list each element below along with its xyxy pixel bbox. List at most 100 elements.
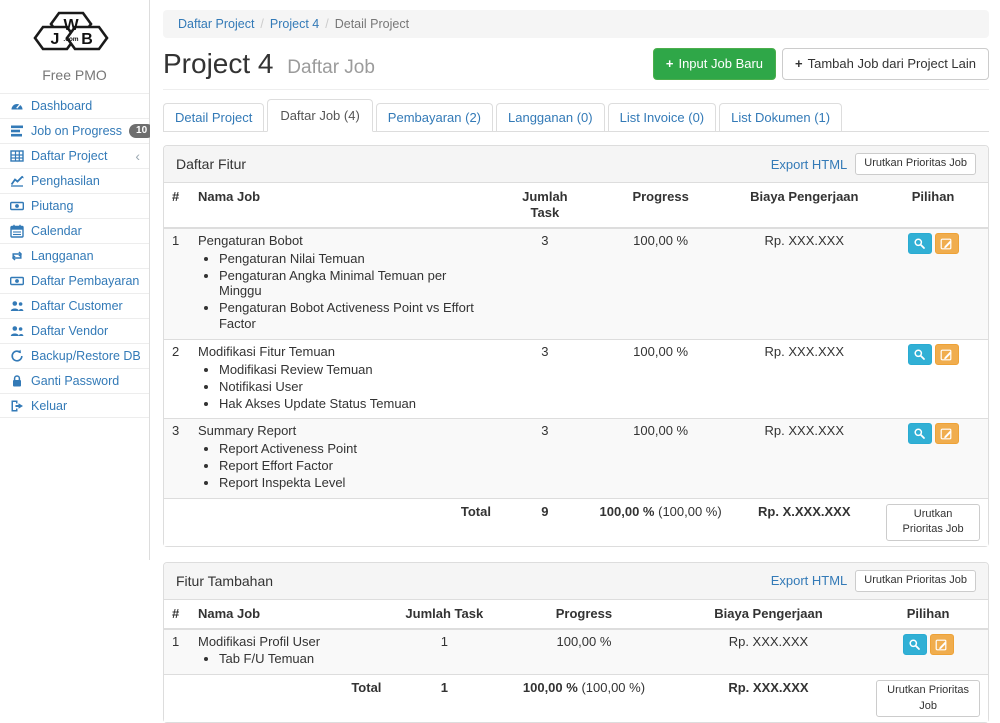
sidebar-item-calendar[interactable]: Calendar: [0, 218, 149, 243]
col-nama-job: Nama Job: [190, 183, 499, 228]
jumlah-task-value: 3: [499, 419, 591, 498]
tab-pembayaran[interactable]: Pembayaran (2): [376, 103, 493, 131]
tab-list-invoice[interactable]: List Invoice (0): [608, 103, 717, 131]
sidebar-item-daftar-customer[interactable]: Daftar Customer: [0, 293, 149, 318]
tab-langganan[interactable]: Langganan (0): [496, 103, 605, 131]
search-icon: [913, 237, 926, 250]
sidebar-item-piutang[interactable]: Piutang: [0, 193, 149, 218]
view-job-button[interactable]: [908, 423, 932, 444]
subtask-item: Tab F/U Temuan: [219, 651, 381, 667]
progress-value: 100,00 %: [499, 629, 669, 675]
job-name-cell: Pengaturan Bobot Pengaturan Nilai Temuan…: [190, 228, 499, 340]
breadcrumb-daftar-project[interactable]: Daftar Project: [178, 17, 254, 31]
job-name-cell: Modifikasi Fitur Temuan Modifikasi Revie…: [190, 339, 499, 418]
biaya-value: Rp. XXX.XXX: [669, 629, 868, 675]
row-actions: [878, 228, 988, 340]
tambah-job-dari-project-lain-button[interactable]: + Tambah Job dari Project Lain: [782, 48, 989, 80]
search-icon: [913, 348, 926, 361]
subtask-list: Pengaturan Nilai Temuan Pengaturan Angka…: [198, 251, 491, 332]
edit-job-button[interactable]: [935, 233, 959, 254]
panel-title: Fitur Tambahan: [176, 573, 273, 589]
subtask-item: Report Activeness Point: [219, 441, 491, 457]
tab-detail-project[interactable]: Detail Project: [163, 103, 264, 131]
sidebar-item-backup-restore-db[interactable]: Backup/Restore DB: [0, 343, 149, 368]
export-html-link[interactable]: Export HTML: [771, 157, 848, 172]
fitur-tambahan-table: # Nama Job Jumlah Task Progress Biaya Pe…: [164, 600, 988, 723]
input-job-baru-button[interactable]: + Input Job Baru: [653, 48, 776, 80]
col-biaya-pengerjaan: Biaya Pengerjaan: [730, 183, 878, 228]
biaya-value: Rp. XXX.XXX: [730, 228, 878, 340]
brand-name: Free PMO: [0, 65, 149, 93]
sidebar-item-langganan[interactable]: Langganan: [0, 243, 149, 268]
calendar-icon: [9, 224, 24, 238]
page-title-text: Project 4: [163, 48, 274, 79]
tab-list-dokumen[interactable]: List Dokumen (1): [719, 103, 842, 131]
money-icon: [9, 199, 24, 213]
sidebar-item-daftar-project[interactable]: Daftar Project ‹: [0, 143, 149, 168]
breadcrumb-separator: /: [254, 17, 269, 31]
view-job-button[interactable]: [903, 634, 927, 655]
sidebar-item-dashboard[interactable]: Dashboard: [0, 93, 149, 118]
retweet-icon: [9, 249, 24, 263]
view-job-button[interactable]: [908, 233, 932, 254]
edit-icon: [940, 348, 953, 361]
urutkan-prioritas-job-button[interactable]: Urutkan Prioritas Job: [876, 680, 980, 717]
svg-text:.com: .com: [63, 36, 78, 43]
page-subtitle: Daftar Job: [287, 57, 375, 78]
daftar-fitur-table: # Nama Job Jumlah Task Progress Biaya Pe…: [164, 183, 988, 546]
urutkan-prioritas-job-button[interactable]: Urutkan Prioritas Job: [855, 153, 976, 175]
row-no: 1: [164, 629, 190, 675]
progress-value: 100,00 %: [591, 339, 731, 418]
job-name: Modifikasi Profil User: [198, 634, 381, 650]
main-content: Daftar Project/Project 4/Detail Project …: [150, 0, 1000, 560]
subtask-item: Modifikasi Review Temuan: [219, 362, 491, 378]
edit-icon: [940, 427, 953, 440]
job-name: Modifikasi Fitur Temuan: [198, 344, 491, 360]
sidebar-item-ganti-password[interactable]: Ganti Password: [0, 368, 149, 393]
col-nama-job: Nama Job: [190, 600, 389, 629]
breadcrumb-separator: /: [319, 17, 334, 31]
total-tasks: 1: [389, 675, 499, 723]
view-job-button[interactable]: [908, 344, 932, 365]
subtask-list: Report Activeness Point Report Effort Fa…: [198, 441, 491, 491]
sidebar-item-daftar-pembayaran[interactable]: Daftar Pembayaran: [0, 268, 149, 293]
edit-icon: [935, 638, 948, 651]
page-title: Project 4 Daftar Job: [163, 49, 375, 80]
subtask-item: Report Inspekta Level: [219, 475, 491, 491]
fitur-tambahan-heading: Fitur Tambahan Export HTML Urutkan Prior…: [164, 563, 988, 600]
table-row: 1 Pengaturan Bobot Pengaturan Nilai Temu…: [164, 228, 988, 340]
col-pilihan: Pilihan: [868, 600, 988, 629]
total-progress: 100,00 % (100,00 %): [499, 675, 669, 723]
edit-job-button[interactable]: [935, 423, 959, 444]
users-icon: [9, 299, 24, 313]
panel-title: Daftar Fitur: [176, 156, 246, 172]
table-header-row: # Nama Job Jumlah Task Progress Biaya Pe…: [164, 600, 988, 629]
sidebar-item-keluar[interactable]: Keluar: [0, 393, 149, 418]
breadcrumb-project-4[interactable]: Project 4: [270, 17, 319, 31]
sidebar-item-penghasilan[interactable]: Penghasilan: [0, 168, 149, 193]
edit-job-button[interactable]: [935, 344, 959, 365]
dashboard-icon: [9, 99, 24, 113]
urutkan-prioritas-job-button[interactable]: Urutkan Prioritas Job: [855, 570, 976, 592]
total-label: Total: [190, 675, 389, 723]
table-total-row: Total 9 100,00 % (100,00 %) Rp. X.XXX.XX…: [164, 498, 988, 546]
edit-job-button[interactable]: [930, 634, 954, 655]
table-row: 3 Summary Report Report Activeness Point…: [164, 419, 988, 498]
export-html-link[interactable]: Export HTML: [771, 573, 848, 588]
edit-icon: [940, 237, 953, 250]
sidebar-item-daftar-vendor[interactable]: Daftar Vendor: [0, 318, 149, 343]
svg-text:B: B: [81, 31, 93, 48]
project-tabs: Detail Project Daftar Job (4) Pembayaran…: [163, 99, 989, 132]
total-progress: 100,00 % (100,00 %): [591, 498, 731, 546]
col-jumlah-task: Jumlah Task: [499, 183, 591, 228]
urutkan-prioritas-job-button[interactable]: Urutkan Prioritas Job: [886, 504, 980, 541]
chevron-left-icon: ‹: [135, 149, 143, 163]
jumlah-task-value: 3: [499, 339, 591, 418]
line-chart-icon: [9, 174, 24, 188]
sidebar-item-job-on-progress[interactable]: Job on Progress 10: [0, 118, 149, 143]
job-name-cell: Modifikasi Profil User Tab F/U Temuan: [190, 629, 389, 675]
col-pilihan: Pilihan: [878, 183, 988, 228]
tab-daftar-job[interactable]: Daftar Job (4): [267, 99, 372, 132]
refresh-icon: [9, 349, 24, 363]
plus-icon: +: [666, 55, 674, 73]
